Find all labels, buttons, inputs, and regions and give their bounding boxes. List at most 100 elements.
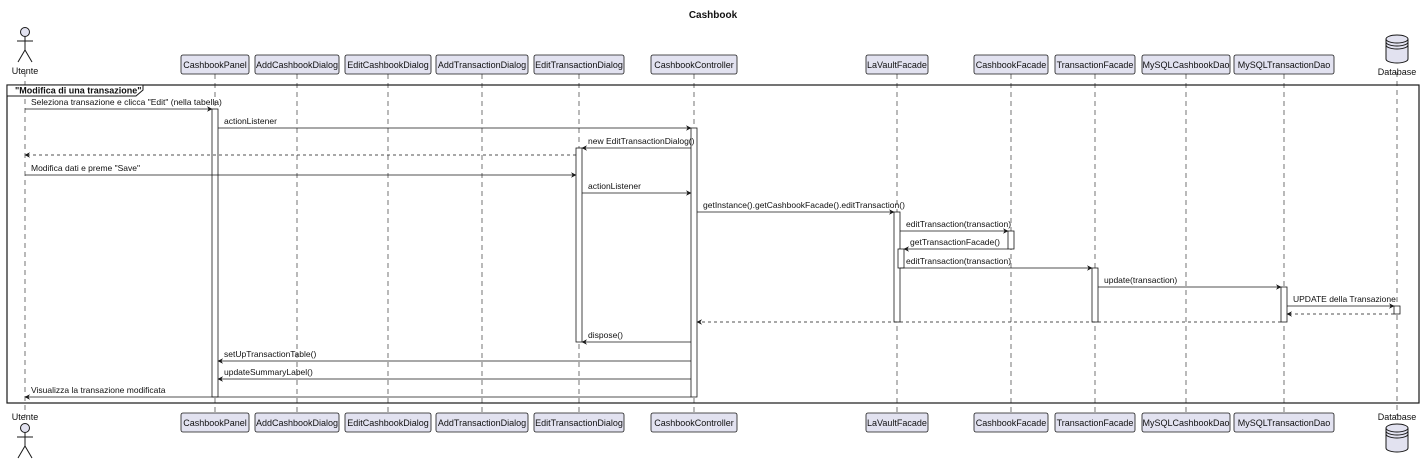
actor-icon xyxy=(17,27,33,63)
participant-label: AddCashbookDialog xyxy=(256,418,338,428)
participant-label: CashbookFacade xyxy=(976,418,1047,428)
message-label: updateSummaryLabel() xyxy=(224,367,313,377)
frame-border xyxy=(6,84,1420,404)
participant-addtransactiondialog: AddTransactionDialog xyxy=(435,412,529,433)
participant-addcashbookdialog: AddCashbookDialog xyxy=(254,54,340,75)
activation-bar-mysqltransactiondao xyxy=(1280,286,1288,323)
participant-cashbookcontroller: CashbookController xyxy=(650,54,738,75)
message-10: editTransaction(transaction) xyxy=(900,256,1093,271)
interaction-frame: "Modifica di una transazione" xyxy=(6,84,1420,404)
message-9: getTransactionFacade() xyxy=(903,237,1008,252)
message-6: actionListener xyxy=(582,181,692,196)
message-11: update(transaction) xyxy=(1098,275,1282,290)
activation-bar-lavaultfacade xyxy=(897,248,905,269)
database-icon xyxy=(1385,34,1409,64)
participant-label: MySQLTransactionDao xyxy=(1238,60,1331,70)
participant-edittransactiondialog: EditTransactionDialog xyxy=(533,54,625,75)
message-8: editTransaction(transaction) xyxy=(900,219,1011,234)
participant-label: AddTransactionDialog xyxy=(438,60,526,70)
message-16: setUpTransactionTable() xyxy=(217,349,691,364)
database-label: Database xyxy=(1378,67,1417,77)
participant-mysqlcashbookdao: MySQLCashbookDao xyxy=(1141,54,1231,75)
message-label: Visualizza la transazione modificata xyxy=(31,385,166,395)
participant-cashbookpanel: CashbookPanel xyxy=(180,54,250,75)
participant-label: CashbookPanel xyxy=(183,60,247,70)
message-3: new EditTransactionDialog() xyxy=(581,136,695,151)
message-label: dispose() xyxy=(588,330,623,340)
activation-bar-edittransactiondialog xyxy=(575,147,583,343)
participant-editcashbookdialog: EditCashbookDialog xyxy=(344,412,432,433)
message-label: editTransaction(transaction) xyxy=(906,256,1011,266)
message-label: actionListener xyxy=(588,181,641,191)
participants-bottom: Utente CashbookPanel AddCashbookDialog Edit… xyxy=(12,412,1417,459)
message-label: getTransactionFacade() xyxy=(910,237,1000,247)
message-7: getInstance().getCashbookFacade().editTr… xyxy=(697,200,905,215)
participant-addcashbookdialog: AddCashbookDialog xyxy=(254,412,340,433)
database-database: Database xyxy=(1378,34,1417,77)
message-label: setUpTransactionTable() xyxy=(224,349,316,359)
database-label: Database xyxy=(1378,412,1417,422)
actor-label: Utente xyxy=(12,66,39,76)
message-17: updateSummaryLabel() xyxy=(217,367,691,382)
participant-label: TransactionFacade xyxy=(1057,60,1134,70)
message-5: Modifica dati e preme "Save" xyxy=(25,163,577,178)
sequence-diagram: Cashbook "Modifica di una transazione" S… xyxy=(6,10,1420,459)
message-label: actionListener xyxy=(224,116,277,126)
message-label: getInstance().getCashbookFacade().editTr… xyxy=(703,200,905,210)
participant-label: CashbookController xyxy=(654,60,734,70)
participant-cashbookcontroller: CashbookController xyxy=(650,412,738,433)
participant-label: CashbookPanel xyxy=(183,418,247,428)
message-label: Seleziona transazione e clicca "Edit" (n… xyxy=(31,97,222,107)
participant-label: AddTransactionDialog xyxy=(438,418,526,428)
diagram-title: Cashbook xyxy=(689,10,738,21)
actor-utente: Utente xyxy=(12,412,39,459)
participant-transactionfacade: TransactionFacade xyxy=(1054,54,1136,75)
participant-label: EditCashbookDialog xyxy=(347,418,429,428)
participant-mysqltransactiondao: MySQLTransactionDao xyxy=(1233,54,1335,75)
participant-label: EditTransactionDialog xyxy=(535,60,623,70)
participant-addtransactiondialog: AddTransactionDialog xyxy=(435,54,529,75)
participant-cashbookpanel: CashbookPanel xyxy=(180,412,250,433)
message-2: actionListener xyxy=(218,116,692,131)
participant-label: LaVaultFacade xyxy=(867,418,927,428)
message-1: Seleziona transazione e clicca "Edit" (n… xyxy=(25,97,222,112)
activation-bars xyxy=(211,108,1401,398)
frame-label: "Modifica di una transazione" xyxy=(15,86,142,96)
participant-edittransactiondialog: EditTransactionDialog xyxy=(533,412,625,433)
participant-mysqltransactiondao: MySQLTransactionDao xyxy=(1233,412,1335,433)
participant-transactionfacade: TransactionFacade xyxy=(1054,412,1136,433)
participant-label: EditCashbookDialog xyxy=(347,60,429,70)
message-12: UPDATE della Transazione xyxy=(1287,294,1396,309)
activation-bar-cashbookpanel xyxy=(211,108,219,398)
activation-bar-cashbookfacade xyxy=(1007,230,1015,250)
participant-label: MySQLCashbookDao xyxy=(1142,60,1229,70)
actor-label: Utente xyxy=(12,412,39,422)
database-icon xyxy=(1385,423,1409,453)
participant-label: LaVaultFacade xyxy=(867,60,927,70)
participant-mysqlcashbookdao: MySQLCashbookDao xyxy=(1141,412,1231,433)
participant-label: CashbookFacade xyxy=(976,60,1047,70)
participant-label: CashbookController xyxy=(654,418,734,428)
participant-label: AddCashbookDialog xyxy=(256,60,338,70)
message-18: Visualizza la transazione modificata xyxy=(24,385,691,400)
participant-cashbookfacade: CashbookFacade xyxy=(973,54,1049,75)
participant-label: EditTransactionDialog xyxy=(535,418,623,428)
activation-bar-database xyxy=(1393,305,1401,315)
message-label: UPDATE della Transazione xyxy=(1293,294,1396,304)
message-label: editTransaction(transaction) xyxy=(906,219,1011,229)
message-label: Modifica dati e preme "Save" xyxy=(31,163,140,173)
message-15: dispose() xyxy=(581,330,691,345)
participant-editcashbookdialog: EditCashbookDialog xyxy=(344,54,432,75)
message-label: update(transaction) xyxy=(1104,275,1177,285)
actor-icon xyxy=(17,423,33,459)
participant-cashbookfacade: CashbookFacade xyxy=(973,412,1049,433)
messages: Seleziona transazione e clicca "Edit" (n… xyxy=(24,97,1396,400)
actor-utente: Utente xyxy=(12,27,39,76)
participant-label: MySQLTransactionDao xyxy=(1238,418,1331,428)
participant-lavaultfacade: LaVaultFacade xyxy=(865,412,929,433)
activation-bar-transactionfacade xyxy=(1091,267,1099,323)
participants-top: Utente CashbookPanel AddCashbookDialog Edit… xyxy=(12,27,1417,77)
message-label: new EditTransactionDialog() xyxy=(588,136,695,146)
participant-label: MySQLCashbookDao xyxy=(1142,418,1229,428)
participant-label: TransactionFacade xyxy=(1057,418,1134,428)
